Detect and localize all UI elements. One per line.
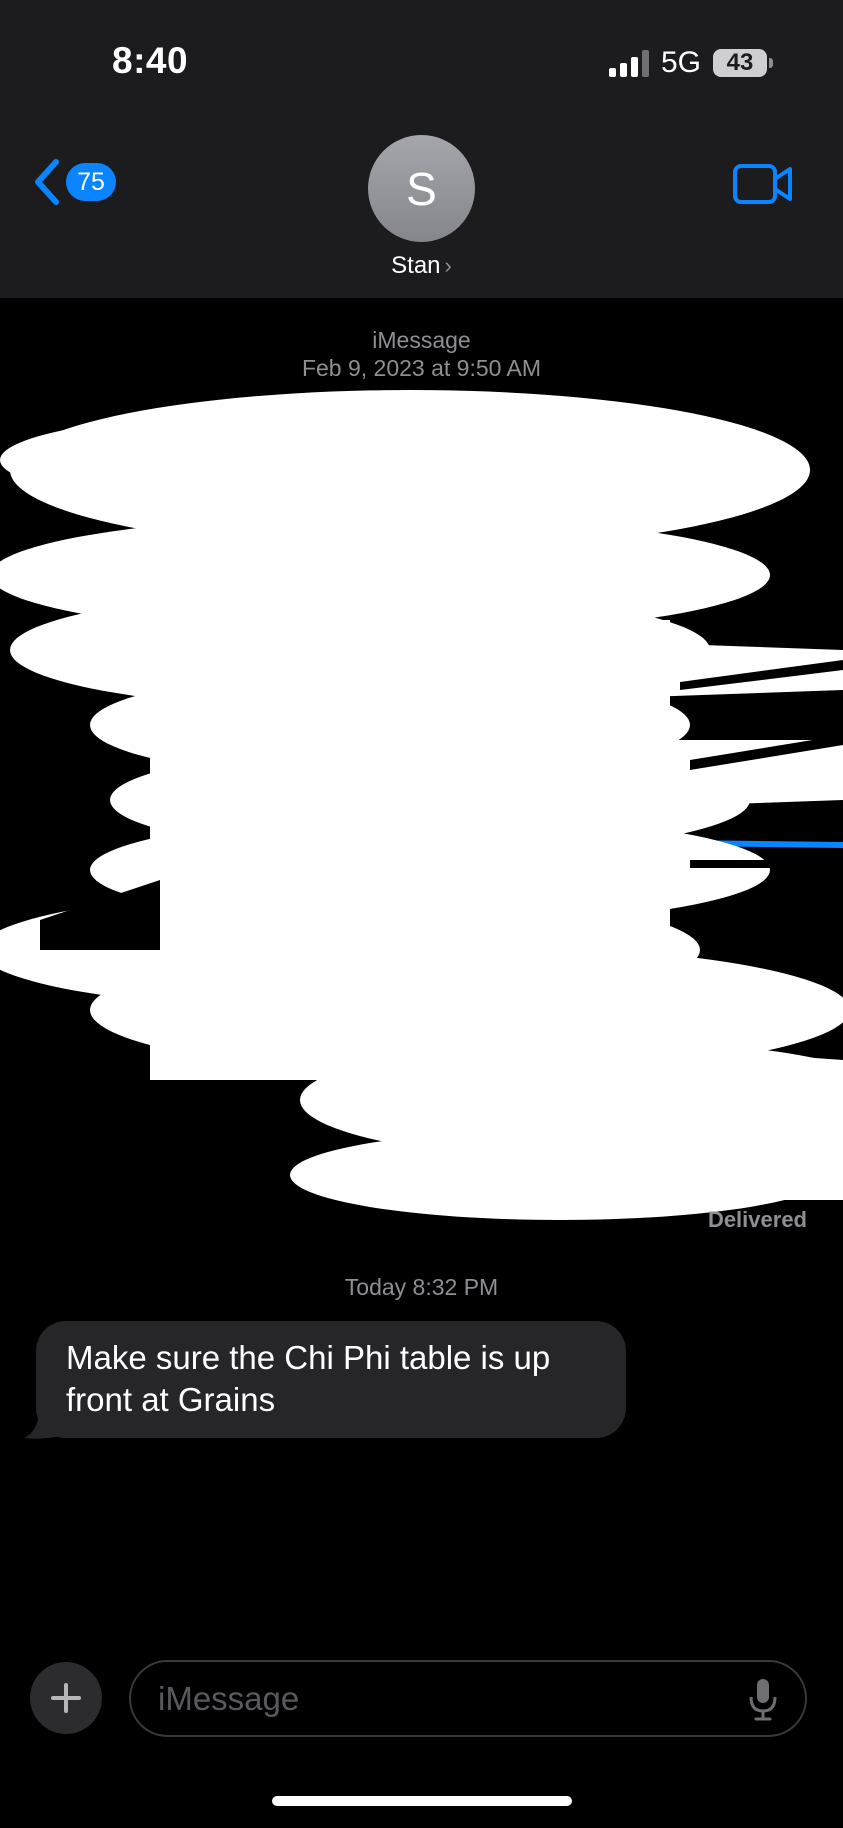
video-camera-icon	[733, 164, 792, 204]
network-type: 5G	[660, 46, 701, 79]
contact-name-button[interactable]: Stan ›	[0, 252, 843, 280]
battery-icon: 43	[713, 49, 773, 77]
today-timestamp: Today 8:32 PM	[344, 1274, 499, 1300]
video-call-button[interactable]	[733, 163, 793, 210]
delivered-status: Delivered	[707, 1207, 807, 1232]
conversation-header: 8:40 5G 43 75 S Stan ›	[0, 0, 843, 298]
avatar-initial: S	[406, 162, 437, 215]
status-time: 8:40	[112, 40, 189, 81]
plus-icon	[51, 1683, 81, 1713]
unread-count-badge: 75	[66, 163, 116, 201]
service-label: iMessage	[372, 327, 471, 353]
add-attachment-button[interactable]	[30, 1662, 102, 1734]
message-timestamp: Feb 9, 2023 at 9:50 AM	[301, 355, 542, 381]
microphone-icon	[749, 1679, 777, 1721]
redaction-scribble	[0, 390, 843, 1220]
incoming-message-bubble[interactable]: Make sure the Chi Phi table is up front …	[36, 1321, 626, 1438]
signal-strength-icon	[608, 49, 649, 77]
back-button[interactable]: 75	[32, 158, 116, 206]
status-indicators: 5G 43	[608, 46, 773, 80]
dictation-button[interactable]	[748, 1677, 778, 1726]
chevron-left-icon	[35, 159, 59, 205]
chevron-right-icon: ›	[444, 253, 452, 278]
bubble-tail	[24, 1408, 60, 1439]
battery-level: 43	[713, 49, 767, 77]
contact-name: Stan	[391, 252, 441, 279]
home-indicator[interactable]	[272, 1796, 572, 1806]
avatar[interactable]: S	[368, 135, 475, 242]
message-input[interactable]	[129, 1660, 807, 1737]
